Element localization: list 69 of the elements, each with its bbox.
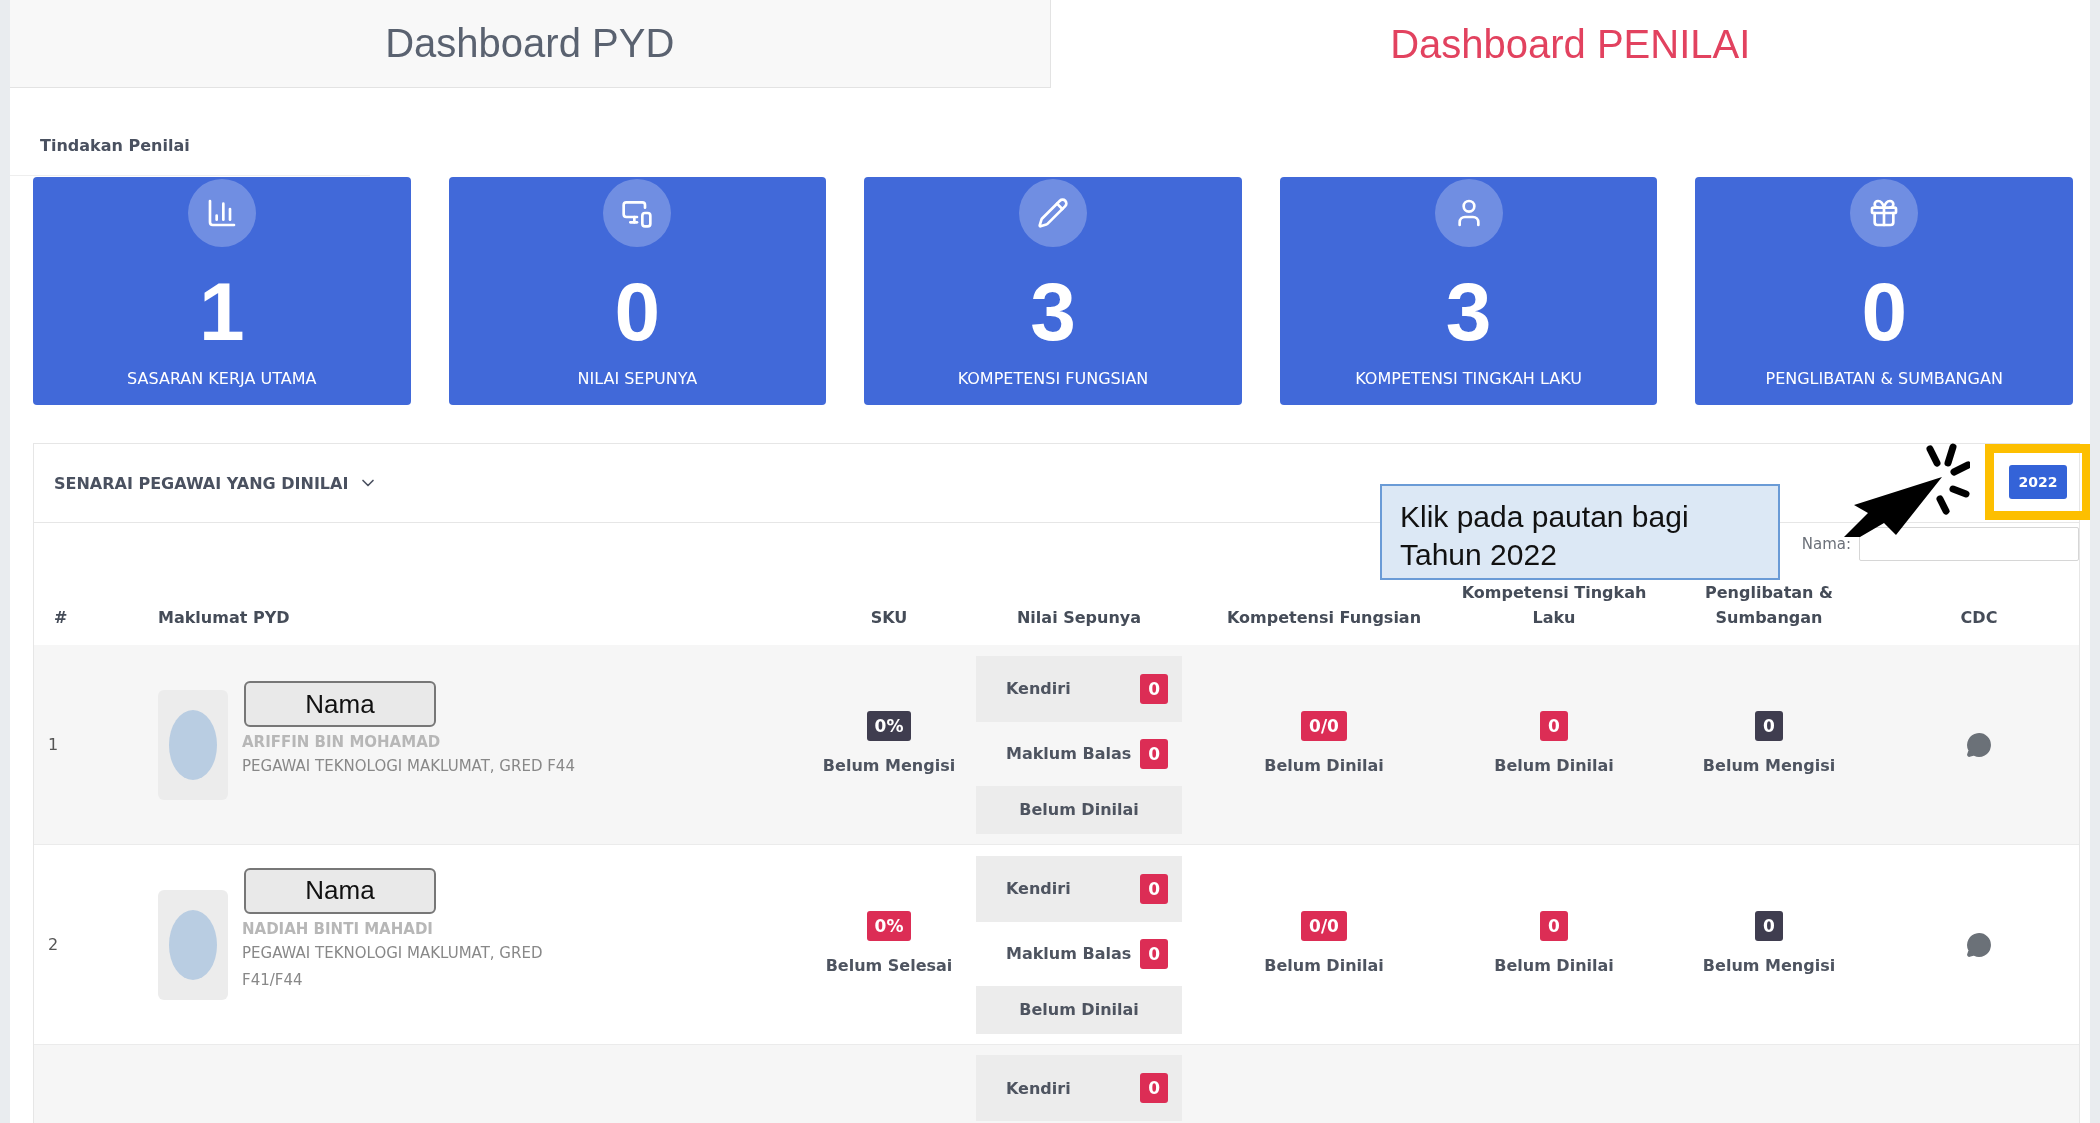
stat-card[interactable]: 1 SASARAN KERJA UTAMA xyxy=(33,177,411,405)
stat-label: KOMPETENSI TINGKAH LAKU xyxy=(1355,369,1582,388)
stat-value: 0 xyxy=(1861,271,1907,353)
kendiri-label: Kendiri xyxy=(1006,1078,1071,1098)
stat-label: KOMPETENSI FUNGSIAN xyxy=(957,369,1149,388)
name-label: Nama xyxy=(244,867,436,914)
employee-name: NADIAH BINTI MAHADI xyxy=(242,919,434,938)
score-badge: 0/0 xyxy=(1301,910,1347,941)
column-header: # xyxy=(53,607,69,630)
score-status: Belum Dinilai xyxy=(1264,754,1384,777)
column-header: Nilai Sepunya xyxy=(1015,607,1142,630)
sku-badge: 0% xyxy=(866,910,912,941)
count-badge: 0 xyxy=(1140,738,1168,769)
comment-icon[interactable] xyxy=(1966,931,1992,958)
year-button[interactable]: 2022 xyxy=(2008,465,2068,499)
score-status: Belum Dinilai xyxy=(1494,754,1614,777)
count-badge: 0 xyxy=(1140,673,1168,704)
employee-position: PEGAWAI TEKNOLOGI MAKLUMAT, GRED F44 xyxy=(242,756,576,777)
row-number: 1 xyxy=(48,735,59,754)
stat-card[interactable]: 0 NILAI SEPUNYA xyxy=(448,177,827,405)
sku-status: Belum Mengisi xyxy=(822,754,956,777)
employee-name: ARIFFIN BIN MOHAMAD xyxy=(242,733,442,751)
sku-badge: 0% xyxy=(866,710,912,741)
callout-note: Klik pada pautan bagi Tahun 2022 xyxy=(1380,484,1780,580)
name-label: Nama xyxy=(244,681,436,727)
search-label: Nama: xyxy=(1801,535,1851,553)
stat-card[interactable]: 3 KOMPETENSI TINGKAH LAKU xyxy=(1279,177,1658,405)
column-header: Kompetensi Fungsian xyxy=(1225,607,1423,630)
column-header: SKU xyxy=(869,607,909,630)
maklum-balas-label: Maklum Balas xyxy=(1006,944,1132,963)
stat-label: PENGLIBATAN & SUMBANGAN xyxy=(1765,369,2003,388)
employee-position: PEGAWAI TEKNOLOGI MAKLUMAT, GRED F41/F44 xyxy=(242,942,544,991)
column-header: Penglibatan & Sumbangan xyxy=(1704,581,1834,630)
column-header: CDC xyxy=(1959,607,1999,630)
stat-value: 3 xyxy=(1030,271,1076,353)
section-title: Tindakan Penilai xyxy=(10,88,370,176)
stat-label: SASARAN KERJA UTAMA xyxy=(127,369,317,388)
score-status: Belum Mengisi xyxy=(1702,754,1836,777)
score-badge: 0/0 xyxy=(1301,710,1347,741)
score-status: Belum Dinilai xyxy=(1264,954,1384,977)
stat-value: 3 xyxy=(1445,271,1492,353)
count-badge: 0 xyxy=(1140,873,1168,904)
score-badge: 0 xyxy=(1755,710,1783,741)
score-badge: 0 xyxy=(1540,710,1568,741)
score-status: Belum Mengisi xyxy=(1702,954,1836,977)
kendiri-label: Kendiri xyxy=(1006,679,1071,698)
score-badge: 0 xyxy=(1540,910,1568,941)
sku-status: Belum Selesai xyxy=(825,954,953,977)
name-search-field[interactable] xyxy=(1859,527,2079,561)
row-number: 2 xyxy=(48,935,59,954)
stat-card[interactable]: 3 KOMPETENSI FUNGSIAN xyxy=(864,177,1242,405)
stat-value: 1 xyxy=(199,271,245,353)
comment-icon[interactable] xyxy=(1966,731,1992,758)
count-badge: 0 xyxy=(1140,938,1168,969)
nilai-status: Belum Dinilai xyxy=(976,785,1182,834)
stat-card[interactable]: 0 PENGLIBATAN & SUMBANGAN xyxy=(1695,177,2073,405)
count-badge: 0 xyxy=(1140,1073,1168,1103)
stat-label: NILAI SEPUNYA xyxy=(577,369,698,388)
column-header: Maklumat PYD xyxy=(157,607,291,630)
pencil-icon xyxy=(1037,197,1069,229)
dashboard-tab[interactable]: Dashboard PYD xyxy=(10,0,1051,88)
nilai-status: Belum Dinilai xyxy=(976,985,1182,1034)
column-header: Kompetensi Tingkah Laku xyxy=(1460,581,1648,630)
score-status: Belum Dinilai xyxy=(1494,954,1614,977)
stat-value: 0 xyxy=(614,271,661,353)
panel-title[interactable]: SENARAI PEGAWAI YANG DINILAI xyxy=(54,473,379,493)
score-badge: 0 xyxy=(1755,910,1783,941)
kendiri-label: Kendiri xyxy=(1006,879,1071,898)
maklum-balas-label: Maklum Balas xyxy=(1006,744,1132,763)
